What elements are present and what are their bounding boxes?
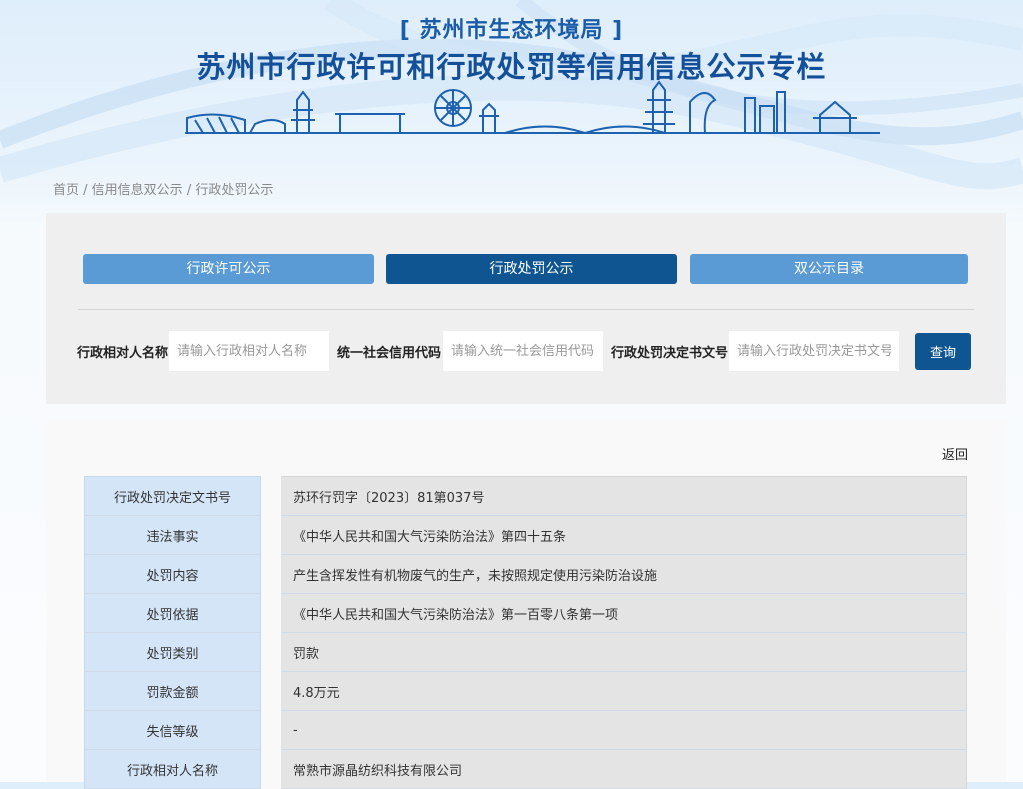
table-row: 行政处罚决定文书号 苏环行罚字〔2023〕81第037号 <box>84 476 967 516</box>
doc-label: 行政处罚决定书文号 <box>611 346 729 361</box>
detail-panel: 返回 行政处罚决定文书号 苏环行罚字〔2023〕81第037号 违法事实 《中华人民共… <box>46 421 1006 789</box>
row-value: 苏环行罚字〔2023〕81第037号 <box>281 476 967 516</box>
row-gap <box>261 711 281 750</box>
search-panel: 行政许可公示 行政处罚公示 双公示目录 行政相对人名称 统一社会信用代码 行政处… <box>46 213 1006 404</box>
search-button[interactable]: 查询 <box>915 333 971 370</box>
divider <box>78 309 974 310</box>
row-label: 行政处罚决定文书号 <box>84 476 261 516</box>
header-banner: [ 苏州市生态环境局 ] 苏州市行政许可和行政处罚等信用信息公示专栏 <box>0 0 1023 200</box>
breadcrumb-credit[interactable]: 信用信息双公示 <box>92 183 183 198</box>
row-label: 失信等级 <box>84 711 261 750</box>
row-gap <box>261 672 281 711</box>
tab-penalty[interactable]: 行政处罚公示 <box>386 254 677 284</box>
table-row: 失信等级 - <box>84 711 967 750</box>
breadcrumb-separator: / <box>79 183 92 198</box>
name-label: 行政相对人名称 <box>77 346 169 361</box>
name-input[interactable] <box>169 331 329 371</box>
table-row: 处罚类别 罚款 <box>84 633 967 672</box>
table-row: 罚款金额 4.8万元 <box>84 672 967 711</box>
breadcrumb-current[interactable]: 行政处罚公示 <box>195 183 273 198</box>
tab-license[interactable]: 行政许可公示 <box>83 254 374 284</box>
table-row: 处罚内容 产生含挥发性有机物废气的生产，未按照规定使用污染防治设施 <box>84 555 967 594</box>
row-value: 常熟市源晶纺织科技有限公司 <box>281 750 967 789</box>
row-label: 行政相对人名称 <box>84 750 261 789</box>
table-row: 行政相对人名称 常熟市源晶纺织科技有限公司 <box>84 750 967 789</box>
row-gap <box>261 633 281 672</box>
row-value: 产生含挥发性有机物废气的生产，未按照规定使用污染防治设施 <box>281 555 967 594</box>
row-value: 《中华人民共和国大气污染防治法》第一百零八条第一项 <box>281 594 967 633</box>
row-value: 4.8万元 <box>281 672 967 711</box>
table-row: 违法事实 《中华人民共和国大气污染防治法》第四十五条 <box>84 516 967 555</box>
code-input[interactable] <box>443 331 603 371</box>
row-label: 处罚类别 <box>84 633 261 672</box>
breadcrumb-separator: / <box>182 183 196 198</box>
bureau-name: [ 苏州市生态环境局 ] <box>399 18 624 43</box>
row-label: 罚款金额 <box>84 672 261 711</box>
tab-catalog[interactable]: 双公示目录 <box>690 254 968 284</box>
row-gap <box>261 516 281 555</box>
code-label: 统一社会信用代码 <box>337 346 442 361</box>
back-link[interactable]: 返回 <box>942 444 968 463</box>
breadcrumb-home[interactable]: 首页 <box>53 183 79 198</box>
row-value: - <box>281 711 967 750</box>
city-skyline-icon <box>185 80 880 134</box>
row-value: 《中华人民共和国大气污染防治法》第四十五条 <box>281 516 967 555</box>
table-row: 处罚依据 《中华人民共和国大气污染防治法》第一百零八条第一项 <box>84 594 967 633</box>
row-gap <box>261 750 281 789</box>
row-gap <box>261 594 281 633</box>
row-value: 罚款 <box>281 633 967 672</box>
row-label: 违法事实 <box>84 516 261 555</box>
breadcrumb: 首页 / 信用信息双公示 / 行政处罚公示 <box>53 179 273 198</box>
row-label: 处罚依据 <box>84 594 261 633</box>
row-label: 处罚内容 <box>84 555 261 594</box>
row-gap <box>261 476 281 516</box>
detail-table: 行政处罚决定文书号 苏环行罚字〔2023〕81第037号 违法事实 《中华人民共和国大… <box>84 476 967 789</box>
row-gap <box>261 555 281 594</box>
doc-input[interactable] <box>729 331 899 371</box>
